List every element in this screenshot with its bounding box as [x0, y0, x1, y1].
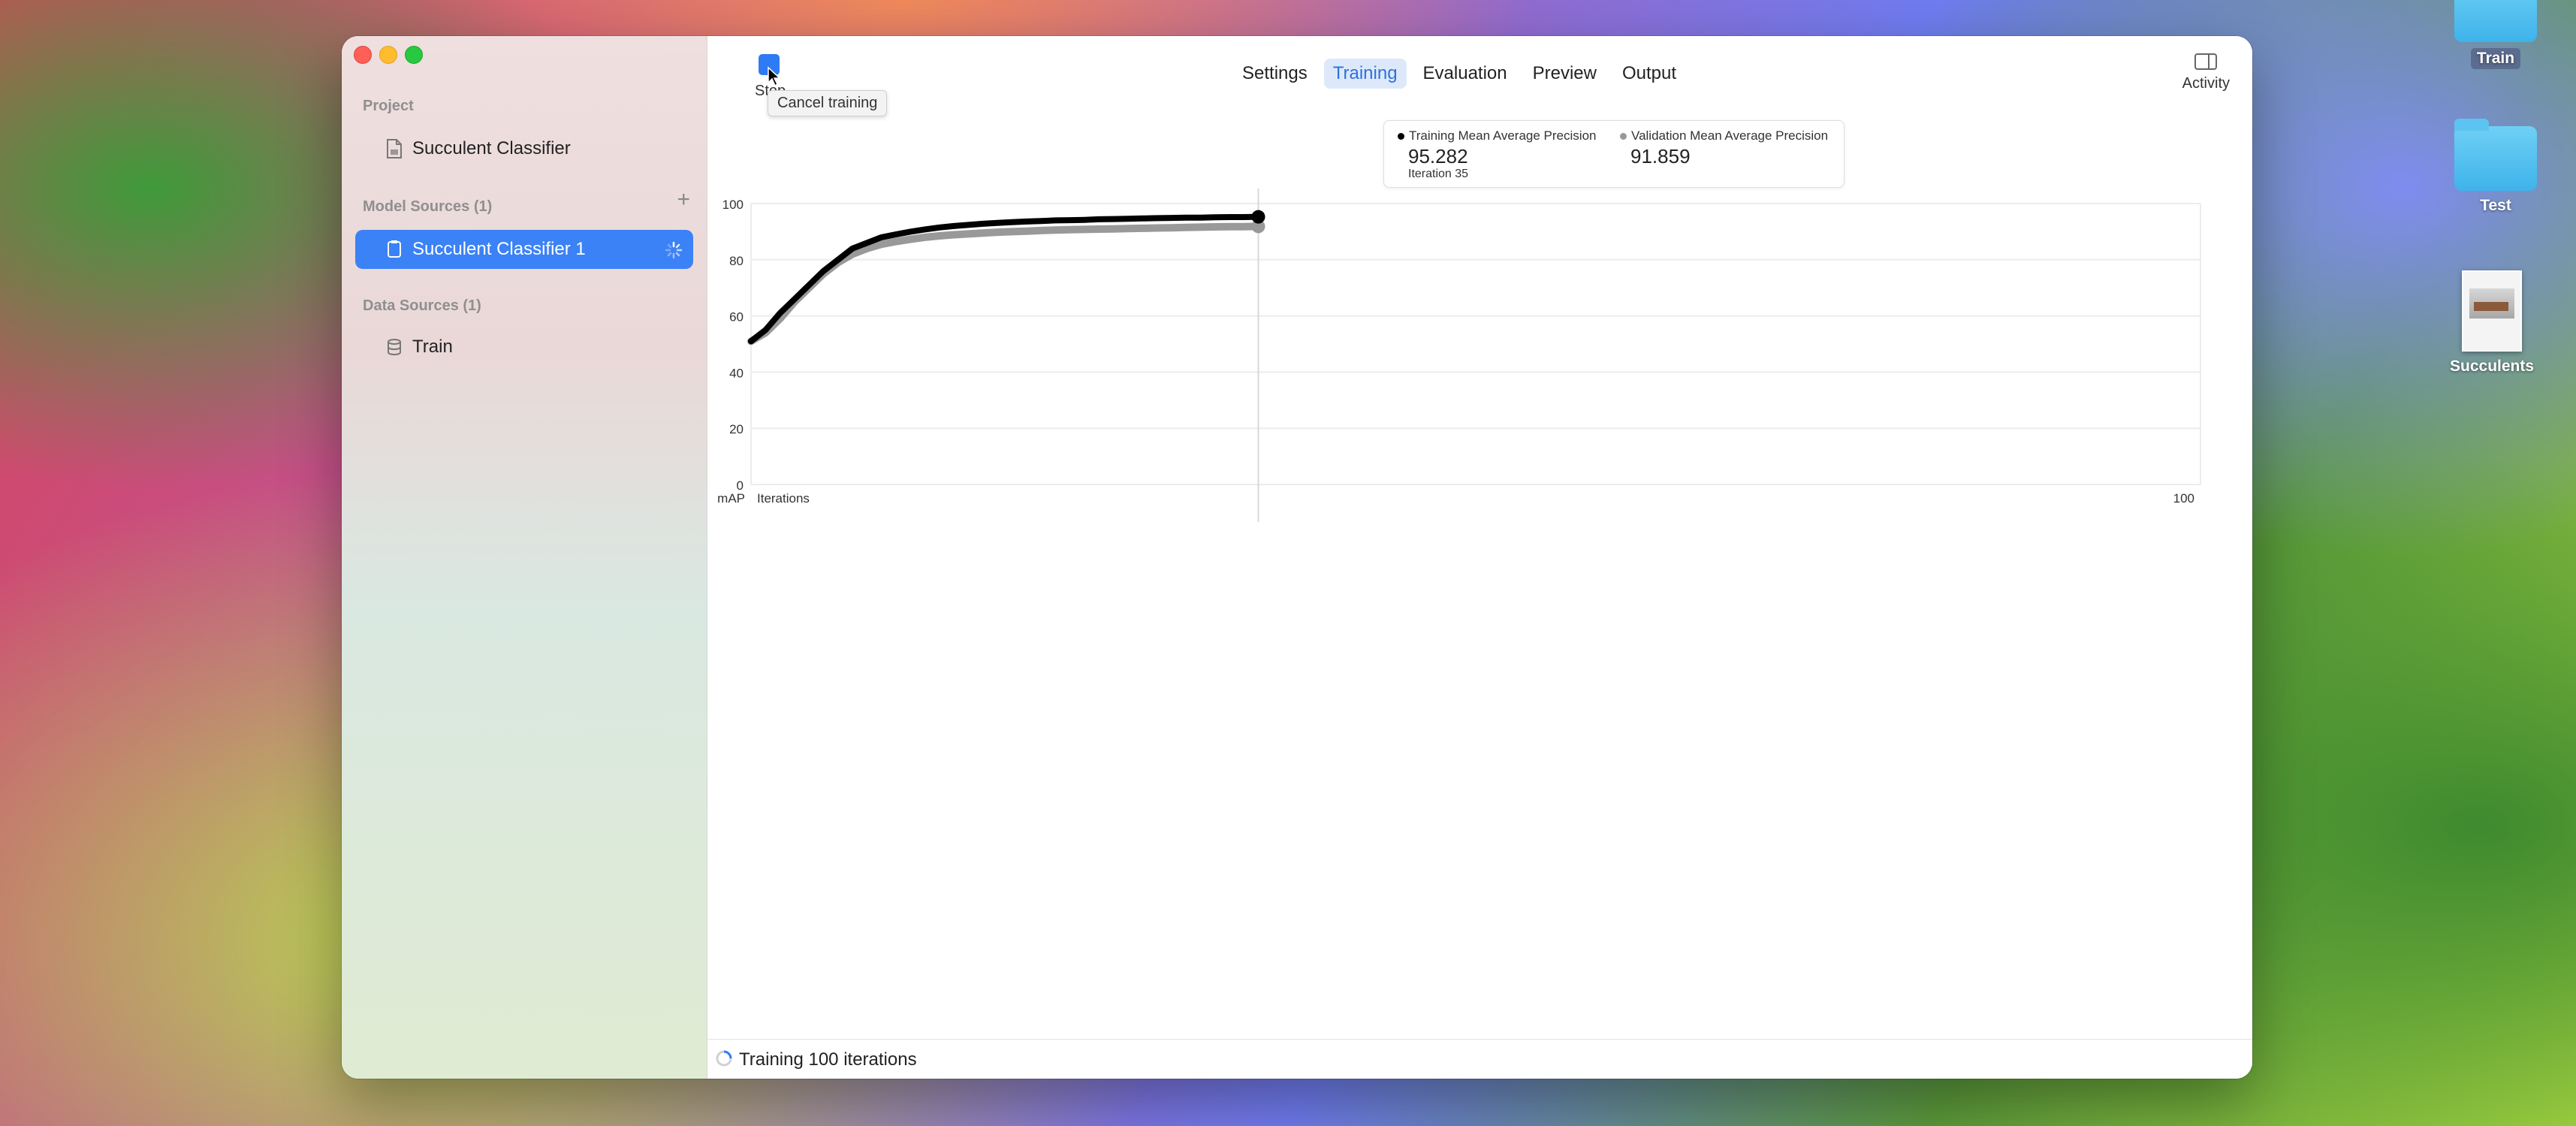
desktop-file-succulents[interactable]: Succulents — [2450, 270, 2534, 376]
training-chart: 100806040200mAP Iterations 100 — [717, 189, 2201, 522]
folder-icon — [2454, 119, 2537, 191]
validation-series-line — [747, 222, 1262, 346]
desktop-icon-label: Succulents — [2450, 358, 2535, 375]
y-axis-label: mAP — [717, 491, 745, 506]
document-thumbnail-icon — [2462, 270, 2523, 352]
y-tick-label: 60 — [729, 310, 744, 325]
progress-spinner-icon — [716, 1050, 732, 1067]
sidebar-item-label: Succulent Classifier — [412, 138, 571, 158]
sidebar-item-label: Succulent Classifier 1 — [412, 239, 586, 259]
y-tick-label: 100 — [722, 198, 744, 212]
status-text: Training 100 iterations — [739, 1049, 917, 1070]
legend-validation: Validation Mean Average Precision — [1620, 128, 1828, 143]
legend-dot-training — [1398, 133, 1404, 140]
desktop-folder-train[interactable]: Train — [2454, 0, 2537, 69]
progress-spinner-icon — [665, 241, 683, 259]
chart-tooltip-legend: Training Mean Average Precision 95.282 I… — [1383, 120, 1845, 188]
desktop-folder-test[interactable]: Test — [2454, 119, 2537, 215]
database-icon — [385, 337, 403, 358]
x-tick-label: 100 — [2173, 491, 2194, 506]
sidebar-item-project[interactable]: Succulent Classifier — [355, 129, 693, 168]
legend-validation-name: Validation Mean Average Precision — [1631, 128, 1829, 143]
minimize-window-button[interactable] — [379, 46, 397, 64]
document-icon — [385, 138, 403, 159]
sidebar-item-data-source[interactable]: Train — [355, 328, 693, 367]
app-window: Project Succulent Classifier Model Sourc… — [342, 36, 2252, 1079]
y-tick-label: 80 — [729, 254, 744, 268]
section-title-data-sources: Data Sources (1) — [363, 297, 481, 314]
sidebar-item-model-source[interactable]: Succulent Classifier 1 — [355, 230, 693, 269]
training-hover-point — [1251, 210, 1265, 224]
close-window-button[interactable] — [354, 46, 372, 64]
desktop-icon-label: Train — [2470, 48, 2521, 69]
desktop-icon-label: Test — [2480, 197, 2511, 214]
legend-training-value: 95.282 — [1408, 145, 1468, 168]
model-icon — [385, 239, 403, 260]
main-content: Stop Cancel training Settings Training E… — [707, 36, 2252, 1079]
status-bar: Training 100 iterations — [707, 1039, 2252, 1079]
legend-training: Training Mean Average Precision — [1398, 128, 1596, 143]
section-title-project: Project — [363, 98, 414, 114]
legend-iteration: Iteration 35 — [1408, 168, 1469, 180]
section-title-model-sources: Model Sources (1) — [363, 198, 493, 215]
legend-training-name: Training Mean Average Precision — [1409, 128, 1597, 143]
sidebar: Project Succulent Classifier Model Sourc… — [342, 36, 707, 1079]
zoom-window-button[interactable] — [405, 46, 423, 64]
y-tick-label: 20 — [729, 422, 744, 436]
sidebar-item-label: Train — [412, 337, 453, 357]
legend-dot-validation — [1620, 133, 1627, 140]
y-tick-label: 40 — [729, 366, 744, 380]
folder-icon — [2454, 0, 2537, 42]
legend-validation-value: 91.859 — [1630, 145, 1691, 168]
add-model-source-button[interactable]: + — [677, 189, 690, 211]
x-axis-label: Iterations — [757, 491, 810, 506]
